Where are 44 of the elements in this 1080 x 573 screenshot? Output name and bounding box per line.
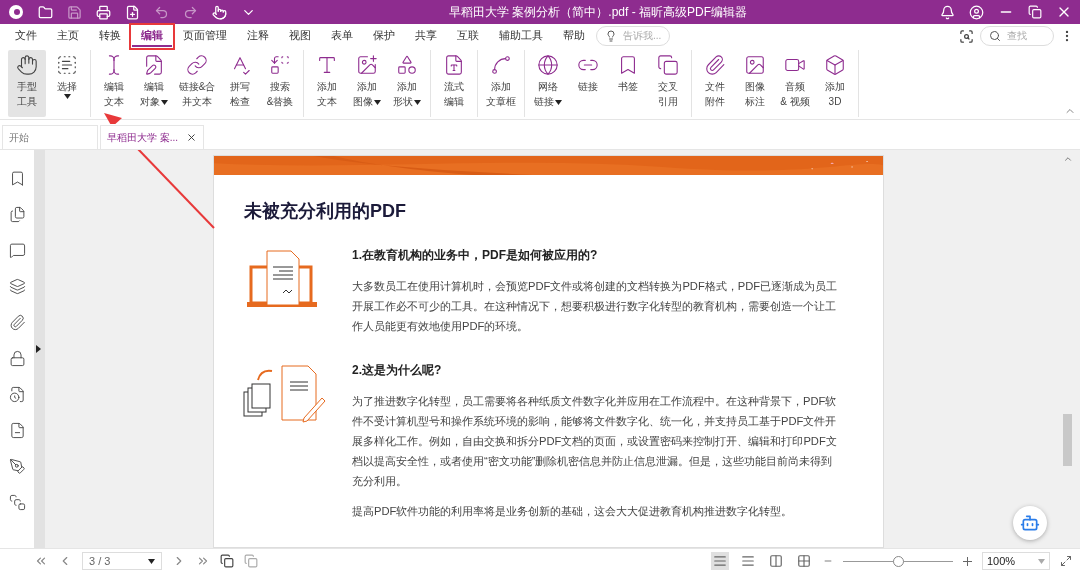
ribbon-button[interactable]: 添加 形状	[388, 50, 426, 117]
ribbon-button[interactable]: 文件 附件	[696, 50, 734, 117]
zoom-field[interactable]: 100%	[982, 552, 1050, 570]
menu-tab[interactable]: 互联	[448, 25, 488, 47]
window-title: 早稻田大学 案例分析（简中）.pdf - 福昕高级PDF编辑器	[449, 3, 747, 21]
menu-tab[interactable]: 视图	[280, 25, 320, 47]
menu-tab[interactable]: 页面管理	[174, 25, 236, 47]
menu-tab[interactable]: 主页	[48, 25, 88, 47]
paragraph: 大多数员工在使用计算机时，会预览PDF文件或将创建的文档转换为PDF格式，PDF已逐渐成为员工开展工作必不可少的工具。在这种情况下，想要积极进行数字化转型的教育机构，需要创造一个让工作人员能更有效地使用PDF的环境。	[352, 279, 839, 334]
section-heading: 2.这是为什么呢?	[352, 362, 443, 379]
ribbon-button[interactable]: 手型 工具	[8, 50, 46, 117]
menu-tab[interactable]: 共享	[406, 25, 446, 47]
section-heading: 1.在教育机构的业务中，PDF是如何被应用的?	[352, 247, 599, 264]
ribbon-button[interactable]: 交叉 引用	[649, 50, 687, 117]
menu-tab[interactable]: 保护	[364, 25, 404, 47]
paragraph: 提高PDF软件功能的利用率将是业务创新的基础，这会大大促进教育机构推进数字化转型。	[352, 504, 794, 519]
menu-tab[interactable]: 编辑	[132, 25, 172, 47]
ribbon-button[interactable]: 编辑 对象	[135, 50, 173, 117]
ribbon-button[interactable]: 添加 图像	[348, 50, 386, 117]
ribbon-button[interactable]: 选择	[48, 50, 86, 117]
ribbon-button[interactable]: 书签	[609, 50, 647, 117]
ribbon-button[interactable]: 网络 链接	[529, 50, 567, 117]
menu-tab[interactable]: 表单	[322, 25, 362, 47]
ribbon-button[interactable]: 添加 文本	[308, 50, 346, 117]
ribbon-button[interactable]: 拼写 检查	[221, 50, 259, 117]
paragraph: 为了推进数字化转型，员工需要将各种纸质文件数字化并应用在工作流程中。在这种背景下，PDF软件不受计算机型号和操作系统环境的影响，能够将文件数字化、统一化，并支持员工基于PDF文件开展多样化工作。例如，自由交换和拆分PDF文档的页面，或设置密码来控制打开、编辑和打印PDF文档以提高安全性，或者使用“密文功能”删除机密信息并防止信息泄漏。但是，这些功能目前尚未得到充分利用。	[352, 394, 838, 489]
menu-tab[interactable]: 转换	[90, 25, 130, 47]
page-number-field[interactable]: 3 / 3	[82, 552, 162, 570]
ribbon-button[interactable]: 链接	[569, 50, 607, 117]
menu-tab[interactable]: 辅助工具	[490, 25, 552, 47]
ribbon-button[interactable]: 搜索 &替换	[261, 50, 299, 117]
document-tab[interactable]: 开始	[2, 125, 98, 149]
ribbon-button[interactable]: 添加 文章框	[482, 50, 520, 117]
menu-tab[interactable]: 文件	[6, 25, 46, 47]
ribbon-button[interactable]: 图像 标注	[736, 50, 774, 117]
menu-tab[interactable]: 帮助	[554, 25, 594, 47]
menu-tab[interactable]: 注释	[238, 25, 278, 47]
ribbon-button[interactable]: 音频 & 视频	[776, 50, 814, 117]
ribbon-button[interactable]: 流式 编辑	[435, 50, 473, 117]
document-tab[interactable]: 早稻田大学 案...	[100, 125, 205, 149]
ribbon-button[interactable]: 添加 3D	[816, 50, 854, 117]
document-heading: 未被充分利用的PDF	[243, 200, 407, 223]
ribbon-button[interactable]: 编辑 文本	[95, 50, 133, 117]
ribbon-button[interactable]: 链接&合 并文本	[175, 50, 219, 117]
